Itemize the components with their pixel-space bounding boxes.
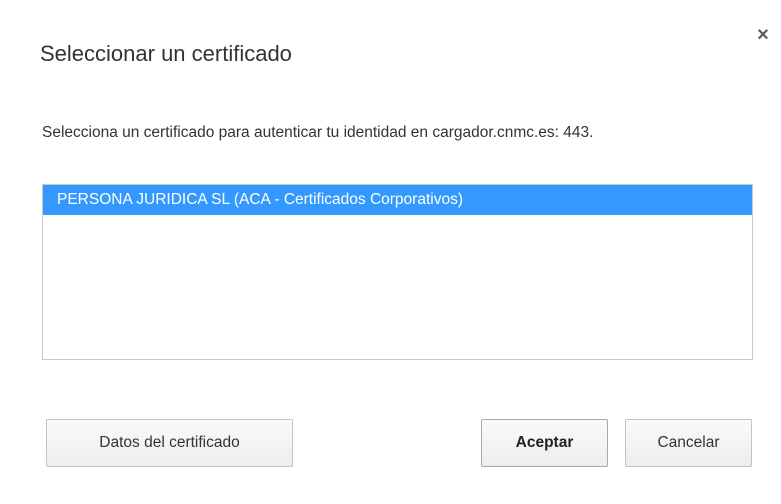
certificate-dialog: Seleccionar un certificado × Selecciona … bbox=[0, 0, 781, 504]
accept-button[interactable]: Aceptar bbox=[481, 419, 608, 467]
dialog-description: Selecciona un certificado para autentica… bbox=[42, 124, 594, 141]
dialog-title: Seleccionar un certificado bbox=[40, 41, 292, 66]
certificate-details-button[interactable]: Datos del certificado bbox=[46, 419, 293, 467]
certificate-list[interactable]: PERSONA JURIDICA SL (ACA - Certificados … bbox=[42, 184, 753, 360]
cancel-button[interactable]: Cancelar bbox=[625, 419, 752, 467]
close-icon[interactable]: × bbox=[752, 24, 774, 46]
certificate-list-item[interactable]: PERSONA JURIDICA SL (ACA - Certificados … bbox=[43, 185, 752, 215]
